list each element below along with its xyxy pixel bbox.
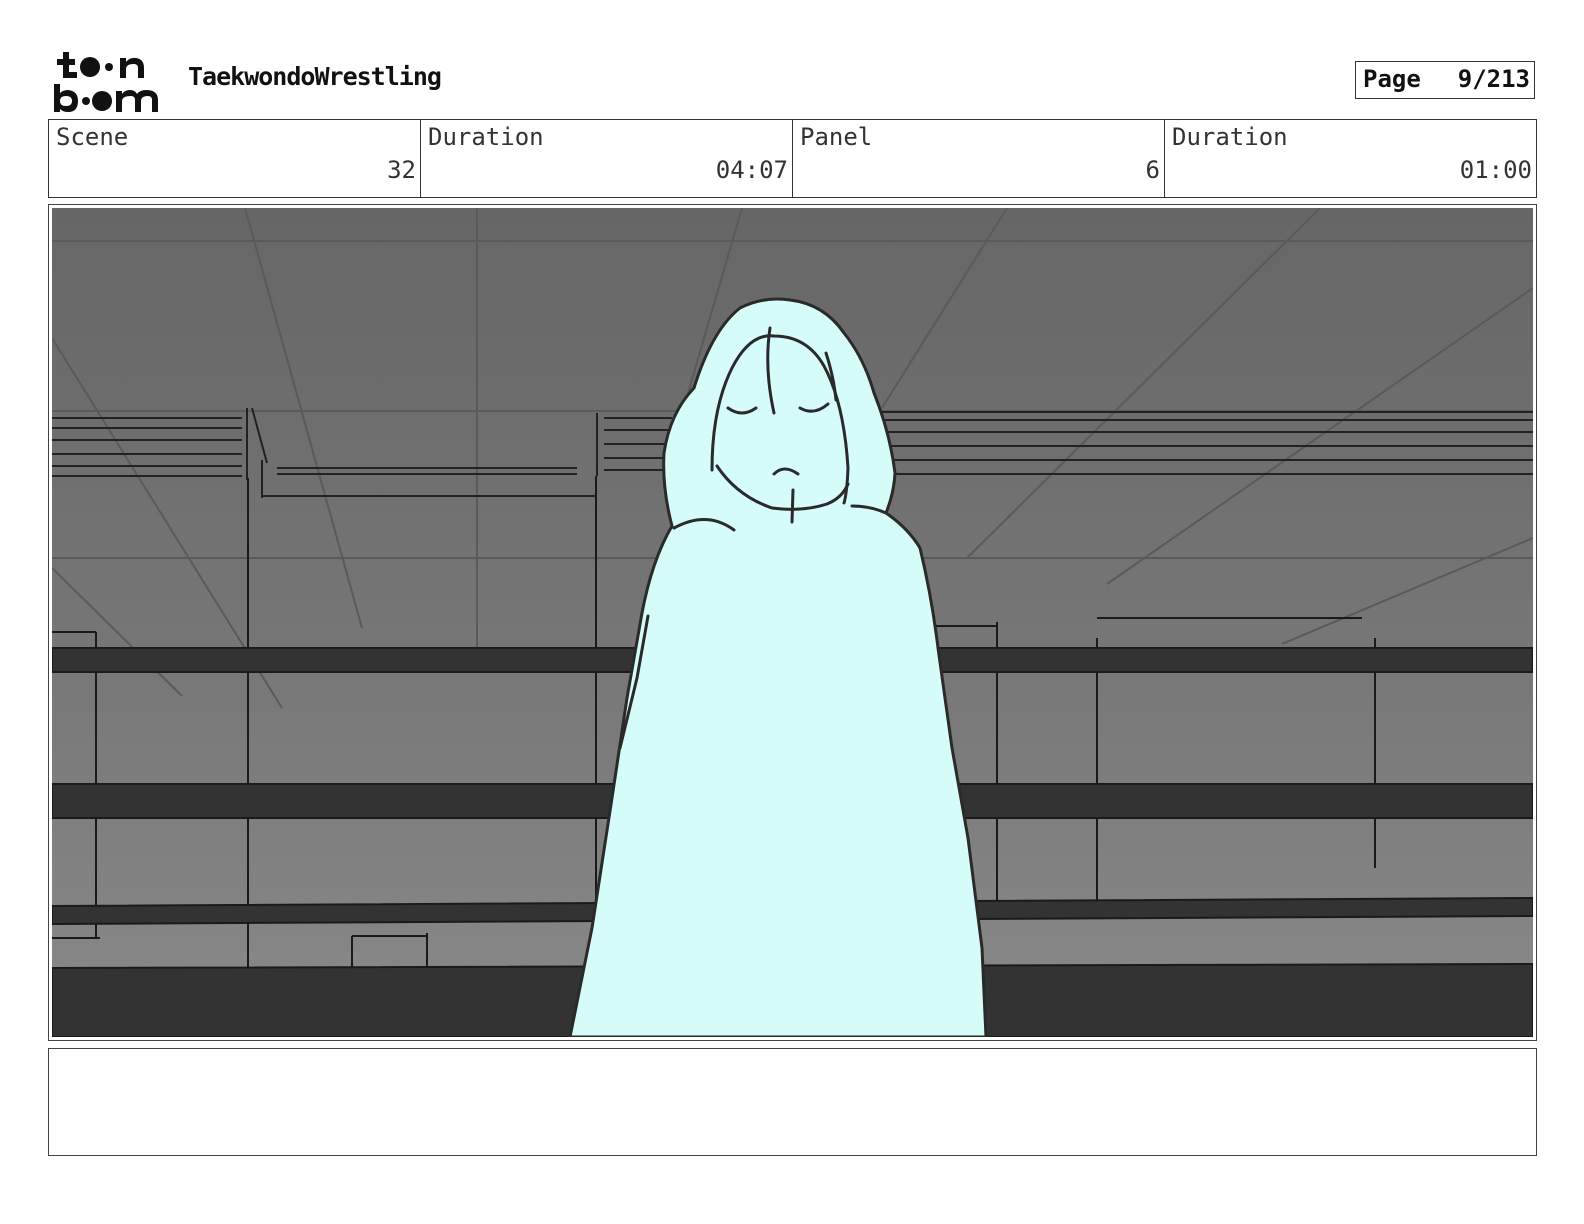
panel-value: 6: [1145, 156, 1160, 184]
storyboard-drawing: [52, 208, 1533, 1037]
scene-duration-value: 04:07: [715, 156, 788, 184]
scene-label: Scene: [56, 123, 129, 151]
panel-duration-value: 01:00: [1459, 156, 1532, 184]
scene-cell: Scene 32: [49, 120, 421, 197]
panel-duration-label: Duration: [1172, 123, 1288, 151]
project-title: TaekwondoWrestling: [188, 62, 442, 91]
scene-duration-cell: Duration 04:07: [421, 120, 793, 197]
scene-value: 32: [387, 156, 416, 184]
panel-cell: Panel 6: [793, 120, 1165, 197]
panel-duration-cell: Duration 01:00: [1165, 120, 1536, 197]
page-indicator: Page 9/213: [1355, 61, 1535, 99]
page-number: 9/213: [1457, 65, 1530, 93]
page-label: Page: [1363, 65, 1421, 93]
notes-box: [48, 1048, 1537, 1156]
toon-boom-logo-icon: [54, 52, 158, 112]
scene-duration-label: Duration: [428, 123, 544, 151]
panel-label: Panel: [800, 123, 873, 151]
storyboard-frame: [48, 204, 1537, 1041]
panel-info-row: Scene 32 Duration 04:07 Panel 6 Duration…: [48, 119, 1537, 198]
